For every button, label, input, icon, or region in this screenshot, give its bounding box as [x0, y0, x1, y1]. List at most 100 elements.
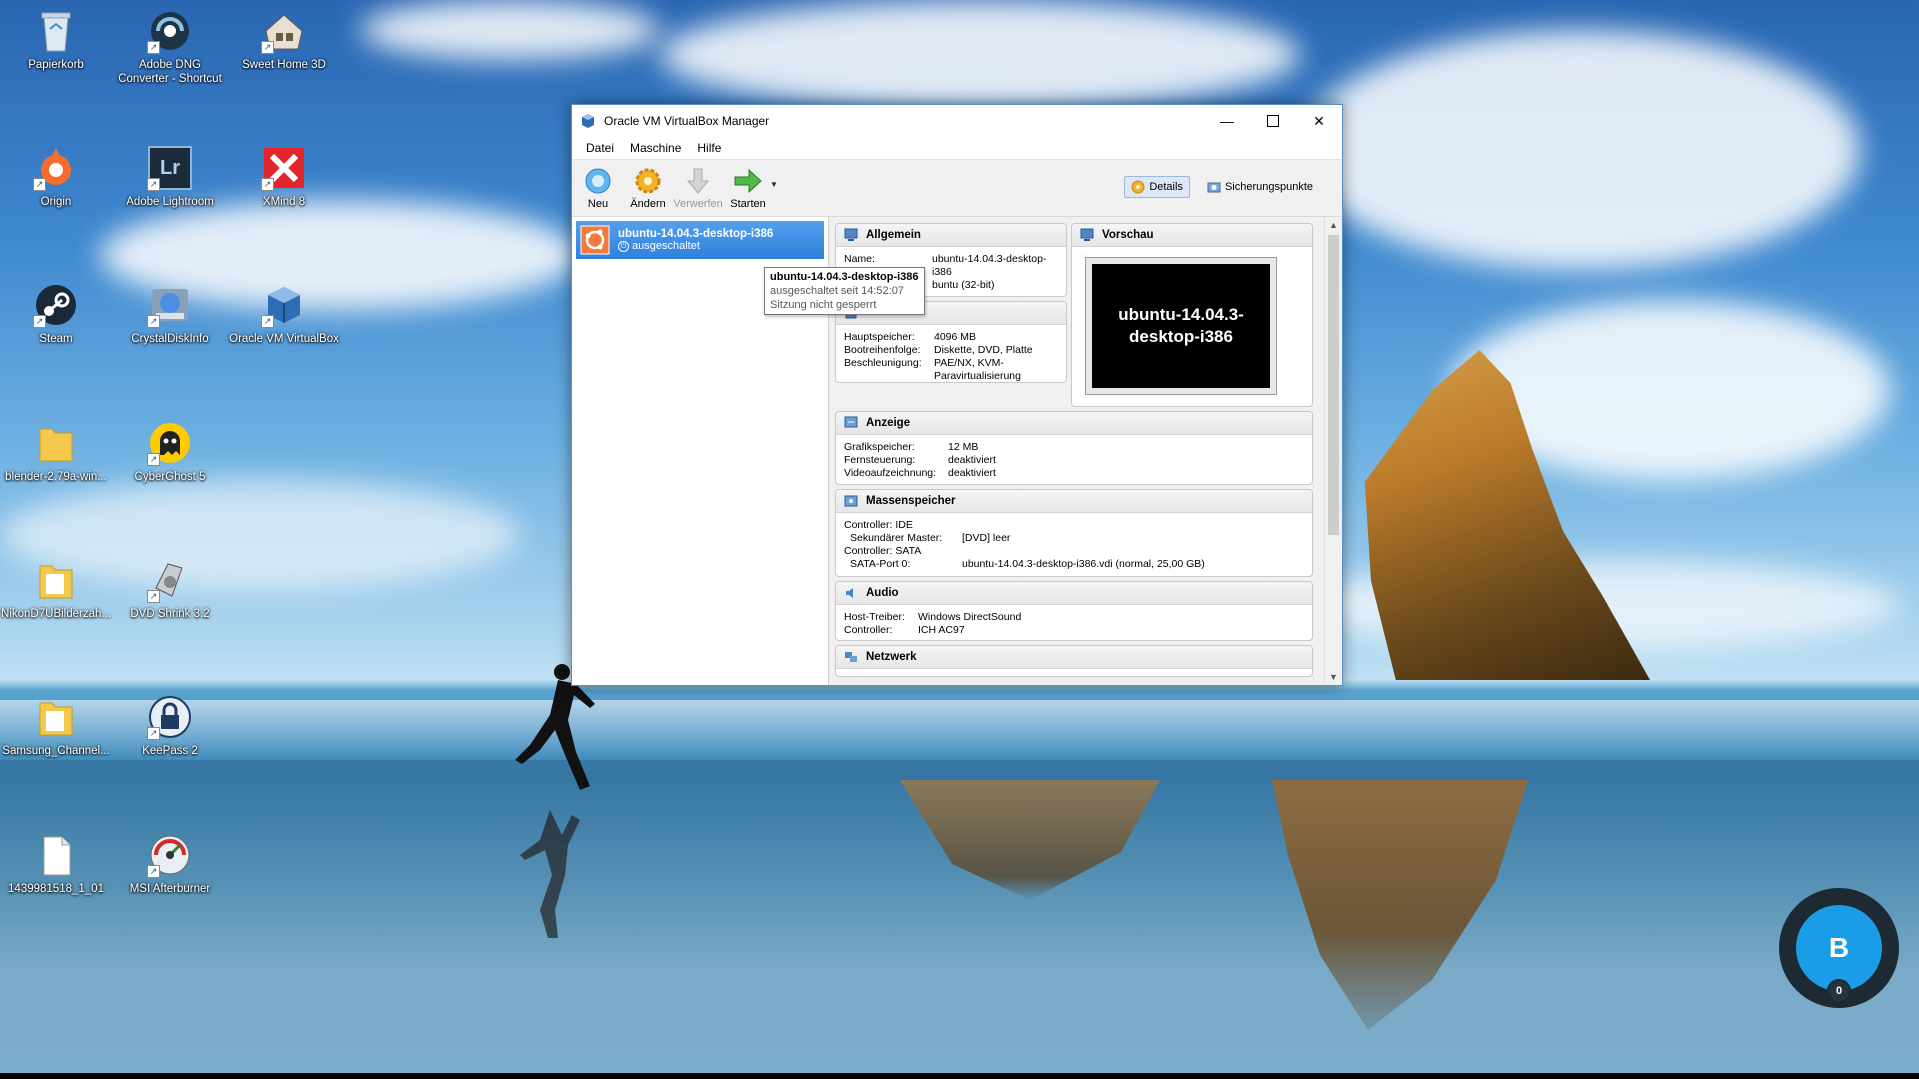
storage-section: Massenspeicher Controller: IDE Sekundäre… — [835, 489, 1313, 577]
virtualbox-manager-window[interactable]: Oracle VM VirtualBox Manager — ✕ Datei M… — [571, 104, 1343, 686]
desktop-icon-xmind[interactable]: ↗ XMind 8 — [228, 145, 340, 209]
storage-icon — [844, 495, 858, 507]
keepass-icon: ↗ — [147, 694, 193, 740]
menu-hilfe[interactable]: Hilfe — [689, 141, 729, 155]
desktop-icon-nikon-folder[interactable]: NikonD7UBilderzah... — [0, 557, 112, 621]
desktop-icon-crystaldiskinfo[interactable]: ↗ CrystalDiskInfo — [114, 282, 226, 346]
camera-icon — [1207, 182, 1221, 193]
network-icon — [845, 652, 857, 662]
desktop-icon-recycle-bin[interactable]: Papierkorb — [0, 8, 112, 72]
menu-bar: Datei Maschine Hilfe — [572, 137, 1342, 159]
maximize-button[interactable] — [1250, 105, 1296, 137]
floating-chat-badge[interactable]: B 0 — [1779, 888, 1899, 1008]
desktop-icon-keepass[interactable]: ↗ KeePass 2 — [114, 694, 226, 758]
storage-section-header[interactable]: Massenspeicher — [836, 490, 1312, 513]
xmind-icon: ↗ — [261, 145, 307, 191]
desktop-icon-virtualbox[interactable]: ↗ Oracle VM VirtualBox — [228, 282, 340, 346]
new-icon — [583, 166, 613, 196]
adobe-dng-icon: ↗ — [147, 8, 193, 54]
window-titlebar[interactable]: Oracle VM VirtualBox Manager — ✕ — [572, 105, 1342, 137]
cyberghost-icon: ↗ — [147, 420, 193, 466]
steam-icon: ↗ — [33, 282, 79, 328]
sea-glint — [0, 700, 1919, 760]
window-title: Oracle VM VirtualBox Manager — [604, 114, 770, 128]
minimize-icon: — — [1220, 113, 1234, 129]
power-off-icon: ⏻ — [618, 240, 629, 252]
network-section-header[interactable]: Netzwerk — [836, 646, 1312, 669]
start-dropdown-caret-icon[interactable]: ▼ — [770, 180, 778, 189]
discard-button[interactable]: Verwerfen — [673, 166, 723, 210]
lightroom-icon: Lr ↗ — [147, 145, 193, 191]
scroll-down-icon[interactable]: ▼ — [1325, 669, 1342, 685]
close-icon: ✕ — [1313, 112, 1325, 129]
desktop-icon-samsung-folder[interactable]: Samsung_Channel... — [0, 694, 112, 758]
monitor-icon — [1080, 228, 1094, 241]
dvd-shrink-icon: ↗ — [147, 557, 193, 603]
cloud — [660, 0, 1300, 110]
close-button[interactable]: ✕ — [1296, 105, 1342, 137]
details-gear-icon — [1131, 180, 1145, 194]
display-icon — [844, 416, 858, 428]
desktop-icon-origin[interactable]: ↗ Origin — [0, 145, 112, 209]
audio-section: Audio Host-Treiber: Windows DirectSound C… — [835, 581, 1313, 641]
vm-tooltip: ubuntu-14.04.3-desktop-i386 ausgeschalte… — [764, 267, 925, 315]
preview-screen: ubuntu-14.04.3-desktop-i386 — [1086, 258, 1276, 394]
monitor-icon — [844, 228, 858, 241]
start-button[interactable]: Starten — [726, 166, 770, 210]
maximize-icon — [1267, 115, 1279, 127]
desktop-icon-adobe-dng[interactable]: ↗ Adobe DNG Converter - Shortcut — [114, 8, 226, 86]
display-section-header[interactable]: Anzeige — [836, 412, 1312, 435]
desktop-icon-msi-afterburner[interactable]: ↗ MSI Afterburner — [114, 832, 226, 896]
menu-datei[interactable]: Datei — [578, 141, 622, 155]
details-scrollbar[interactable]: ▲ ▼ — [1324, 217, 1342, 685]
recycle-bin-icon — [33, 8, 79, 54]
scroll-thumb[interactable] — [1328, 235, 1339, 535]
badge-count: 0 — [1827, 979, 1851, 1003]
general-section-header[interactable]: Allgemein — [836, 224, 1066, 247]
menu-maschine[interactable]: Maschine — [622, 141, 689, 155]
gear-icon — [633, 166, 663, 196]
arrow-down-icon — [683, 166, 713, 196]
origin-icon: ↗ — [33, 145, 79, 191]
desktop-icon-lightroom[interactable]: Lr ↗ Adobe Lightroom — [114, 145, 226, 209]
cloud — [1300, 30, 1860, 270]
folder-icon — [33, 694, 79, 740]
speaker-icon — [846, 588, 853, 598]
crystaldiskinfo-icon: ↗ — [147, 282, 193, 328]
main-pane: ubuntu-14.04.3-desktop-i386 ⏻ ausgeschal… — [572, 217, 1342, 685]
new-vm-button[interactable]: Neu — [576, 166, 620, 210]
vm-list-item[interactable]: ubuntu-14.04.3-desktop-i386 ⏻ ausgeschal… — [576, 221, 824, 259]
desktop-icon-file[interactable]: 1439981518_1_01 — [0, 832, 112, 896]
vm-state: ausgeschaltet — [632, 240, 700, 252]
vm-list[interactable]: ubuntu-14.04.3-desktop-i386 ⏻ ausgeschal… — [572, 217, 925, 685]
ubuntu-vm-icon — [580, 225, 610, 255]
desktop-icon-blender-folder[interactable]: blender-2.79a-win... — [0, 420, 112, 484]
runner-reflection — [520, 810, 580, 938]
cloud — [360, 0, 660, 60]
desktop-icon-cyberghost[interactable]: ↗ CyberGhost 5 — [114, 420, 226, 484]
arrow-right-icon — [733, 166, 763, 196]
virtualbox-icon: ↗ — [261, 282, 307, 328]
folder-icon — [33, 420, 79, 466]
audio-section-header[interactable]: Audio — [836, 582, 1312, 605]
display-section: Anzeige Grafikspeicher: 12 MB Fernsteueru… — [835, 411, 1313, 485]
screen-bottom-edge — [0, 1073, 1919, 1079]
vm-name: ubuntu-14.04.3-desktop-i386 — [618, 228, 774, 240]
snapshots-toggle[interactable]: Sicherungspunkte — [1200, 176, 1320, 198]
msi-afterburner-icon: ↗ — [147, 832, 193, 878]
minimize-button[interactable]: — — [1204, 105, 1250, 137]
desktop-icon-steam[interactable]: ↗ Steam — [0, 282, 112, 346]
details-toggle[interactable]: Details — [1124, 176, 1190, 198]
desktop-icon-sweet-home[interactable]: ↗ Sweet Home 3D — [228, 8, 340, 72]
settings-button[interactable]: Ändern — [626, 166, 670, 210]
preview-section-header[interactable]: Vorschau — [1072, 224, 1312, 247]
virtualbox-app-icon — [582, 114, 594, 128]
preview-section: Vorschau ubuntu-14.04.3-desktop-i386 — [1071, 223, 1313, 407]
sweet-home-icon: ↗ — [261, 8, 307, 54]
desktop-icon-dvd-shrink[interactable]: ↗ DVD Shrink 3.2 — [114, 557, 226, 621]
scroll-up-icon[interactable]: ▲ — [1325, 217, 1342, 233]
main-toolbar: Neu Ändern Verwerfen Starten ▼ Details S… — [572, 159, 1342, 217]
network-section: Netzwerk — [835, 645, 1313, 677]
folder-icon — [33, 557, 79, 603]
badge-letter: B — [1828, 932, 1850, 963]
